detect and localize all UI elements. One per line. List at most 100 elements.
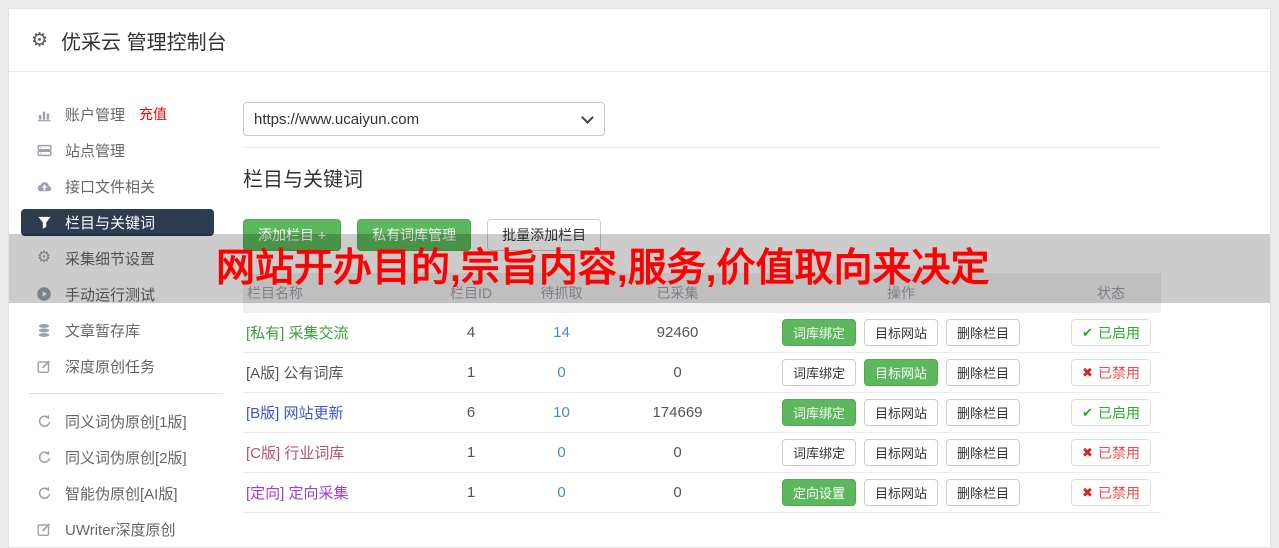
recharge-link[interactable]: 充值 bbox=[139, 104, 167, 124]
status-badge[interactable]: ✔ 已启用 bbox=[1071, 399, 1151, 426]
collected-count-value: 0 bbox=[673, 364, 682, 381]
overlay-banner: 网站开办目的,宗旨内容,服务,价值取向来决定 bbox=[9, 234, 1270, 303]
pending-count-link[interactable]: 14 bbox=[509, 324, 614, 341]
collected-count-value: 0 bbox=[673, 484, 682, 501]
pending-count-link[interactable]: 10 bbox=[509, 404, 614, 421]
pending-count-link[interactable]: 0 bbox=[509, 484, 614, 501]
status-label: 已启用 bbox=[1097, 404, 1140, 421]
lexicon-bind-button[interactable]: 词库绑定 bbox=[781, 359, 856, 386]
status-badge[interactable]: ✔ 已启用 bbox=[1071, 319, 1151, 346]
status-cell: ✖ 已禁用 bbox=[1061, 359, 1161, 386]
target-site-button[interactable]: 目标网站 bbox=[863, 479, 938, 506]
table-row: [私有] 采集交流 4 14 92460 词库绑定 目标网站 删除栏目 ✔ 已启用 bbox=[243, 313, 1161, 353]
cross-icon: ✖ bbox=[1082, 365, 1093, 380]
row-actions: 词库绑定 目标网站 删除栏目 bbox=[741, 319, 1061, 346]
table-row: [A版] 公有词库 1 0 0 词库绑定 目标网站 删除栏目 ✖ 已禁用 bbox=[243, 353, 1161, 393]
target-site-button[interactable]: 目标网站 bbox=[863, 319, 938, 346]
target-site-button[interactable]: 目标网站 bbox=[863, 359, 938, 386]
sidebar-item-label: 同义词伪原创[2版] bbox=[65, 449, 187, 467]
sidebar-item-label: 文章暂存库 bbox=[65, 322, 141, 340]
pending-count-link[interactable]: 0 bbox=[509, 364, 614, 381]
status-badge[interactable]: ✖ 已禁用 bbox=[1071, 359, 1151, 386]
delete-column-button[interactable]: 删除栏目 bbox=[946, 319, 1021, 346]
edit-icon bbox=[35, 358, 53, 374]
main-content: https://www.ucaiyun.com 栏目与关键词 添加栏目 + 私有词… bbox=[243, 72, 1270, 547]
status-label: 已禁用 bbox=[1097, 364, 1140, 381]
target-site-button[interactable]: 目标网站 bbox=[863, 439, 938, 466]
column-name-link[interactable]: [A版] 公有词库 bbox=[243, 362, 433, 383]
pending-count-link[interactable]: 0 bbox=[509, 444, 614, 461]
refresh-icon bbox=[35, 413, 53, 429]
lexicon-bind-button[interactable]: 词库绑定 bbox=[781, 319, 856, 346]
column-id-value: 6 bbox=[466, 404, 476, 421]
status-cell: ✖ 已禁用 bbox=[1061, 479, 1161, 506]
directional-setting-button[interactable]: 定向设置 bbox=[781, 479, 856, 506]
sidebar: 账户管理 充值 站点管理 接口文件相关 栏目与关键词 ⚙ 采集细节设置 手动运行测试 文章暂存库… bbox=[9, 72, 243, 547]
app-header: ⚙ 优采云 管理控制台 bbox=[9, 9, 1270, 72]
table-row: [C版] 行业词库 1 0 0 词库绑定 目标网站 删除栏目 ✖ 已禁用 bbox=[243, 433, 1161, 473]
sidebar-item-interface-files[interactable]: 接口文件相关 bbox=[9, 168, 243, 204]
column-name-link[interactable]: [定向] 定向采集 bbox=[243, 482, 433, 503]
app-title: 优采云 管理控制台 bbox=[61, 31, 227, 54]
status-label: 已禁用 bbox=[1097, 484, 1140, 501]
target-site-button[interactable]: 目标网站 bbox=[863, 399, 938, 426]
column-id-value: 1 bbox=[466, 364, 476, 381]
row-actions: 定向设置 目标网站 删除栏目 bbox=[741, 479, 1061, 506]
column-name-link[interactable]: [B版] 网站更新 bbox=[243, 402, 433, 423]
refresh-icon bbox=[35, 485, 53, 501]
sidebar-item-columns-keywords[interactable]: 栏目与关键词 bbox=[21, 208, 214, 236]
collected-count-value: 174669 bbox=[652, 404, 703, 421]
site-select-wrap: https://www.ucaiyun.com bbox=[243, 102, 605, 136]
collected-count-value: 92460 bbox=[656, 324, 699, 341]
sidebar-item-sites[interactable]: 站点管理 bbox=[9, 132, 243, 168]
sidebar-item-ai-rewrite[interactable]: 智能伪原创[AI版] bbox=[9, 475, 243, 511]
delete-column-button[interactable]: 删除栏目 bbox=[946, 399, 1021, 426]
cross-icon: ✖ bbox=[1082, 445, 1093, 460]
column-id-value: 1 bbox=[466, 444, 476, 461]
overlay-watermark-text: 网站开办目的,宗旨内容,服务,价值取向来决定 bbox=[216, 247, 990, 290]
sites-icon bbox=[35, 142, 53, 158]
column-name-link[interactable]: [私有] 采集交流 bbox=[243, 322, 433, 343]
columns-table: 栏目名称 栏目ID 待抓取 已采集 操作 状态 [私有] 采集交流 4 14 92460 词库绑定… bbox=[243, 273, 1161, 513]
site-select[interactable]: https://www.ucaiyun.com bbox=[243, 102, 605, 136]
sidebar-divider bbox=[29, 393, 223, 394]
divider bbox=[243, 147, 1161, 148]
row-actions: 词库绑定 目标网站 删除栏目 bbox=[741, 359, 1061, 386]
sidebar-item-article-staging[interactable]: 文章暂存库 bbox=[9, 312, 243, 348]
lexicon-bind-button[interactable]: 词库绑定 bbox=[781, 439, 856, 466]
gear-icon: ⚙ bbox=[31, 29, 49, 51]
status-cell: ✔ 已启用 bbox=[1061, 399, 1161, 426]
sidebar-item-label: 账户管理 bbox=[65, 106, 126, 124]
table-row: [定向] 定向采集 1 0 0 定向设置 目标网站 删除栏目 ✖ 已禁用 bbox=[243, 473, 1161, 513]
sidebar-item-label: 接口文件相关 bbox=[65, 178, 156, 196]
sidebar-item-uwriter-deep-original[interactable]: UWriter深度原创 bbox=[9, 511, 243, 547]
table-body: [私有] 采集交流 4 14 92460 词库绑定 目标网站 删除栏目 ✔ 已启用 [A版] 公有… bbox=[243, 313, 1161, 513]
check-icon: ✔ bbox=[1082, 325, 1093, 340]
page-title: 栏目与关键词 bbox=[243, 169, 363, 191]
check-icon: ✔ bbox=[1082, 405, 1093, 420]
status-cell: ✖ 已禁用 bbox=[1061, 439, 1161, 466]
column-id-value: 1 bbox=[466, 484, 476, 501]
lexicon-bind-button[interactable]: 词库绑定 bbox=[781, 399, 856, 426]
sidebar-item-synonym-rewrite-1[interactable]: 同义词伪原创[1版] bbox=[9, 403, 243, 439]
sidebar-item-label: 栏目与关键词 bbox=[65, 214, 156, 232]
funnel-icon bbox=[35, 214, 53, 230]
delete-column-button[interactable]: 删除栏目 bbox=[946, 359, 1021, 386]
delete-column-button[interactable]: 删除栏目 bbox=[946, 439, 1021, 466]
sidebar-item-label: 同义词伪原创[1版] bbox=[65, 413, 187, 431]
sidebar-item-deep-original-tasks[interactable]: 深度原创任务 bbox=[9, 348, 243, 384]
app-window: ⚙ 优采云 管理控制台 账户管理 充值 站点管理 接口文件相关 栏目与关键词 ⚙ 采集细节设… bbox=[8, 8, 1271, 548]
status-cell: ✔ 已启用 bbox=[1061, 319, 1161, 346]
sidebar-item-label: 智能伪原创[AI版] bbox=[65, 485, 178, 503]
table-row: [B版] 网站更新 6 10 174669 词库绑定 目标网站 删除栏目 ✔ 已启用 bbox=[243, 393, 1161, 433]
status-badge[interactable]: ✖ 已禁用 bbox=[1071, 439, 1151, 466]
row-actions: 词库绑定 目标网站 删除栏目 bbox=[741, 439, 1061, 466]
sidebar-item-label: 深度原创任务 bbox=[65, 358, 156, 376]
status-badge[interactable]: ✖ 已禁用 bbox=[1071, 479, 1151, 506]
delete-column-button[interactable]: 删除栏目 bbox=[946, 479, 1021, 506]
sidebar-item-label: UWriter深度原创 bbox=[65, 521, 176, 539]
cloud-upload-icon bbox=[35, 178, 53, 194]
sidebar-item-synonym-rewrite-2[interactable]: 同义词伪原创[2版] bbox=[9, 439, 243, 475]
sidebar-item-account[interactable]: 账户管理 充值 bbox=[9, 96, 243, 132]
column-name-link[interactable]: [C版] 行业词库 bbox=[243, 442, 433, 463]
